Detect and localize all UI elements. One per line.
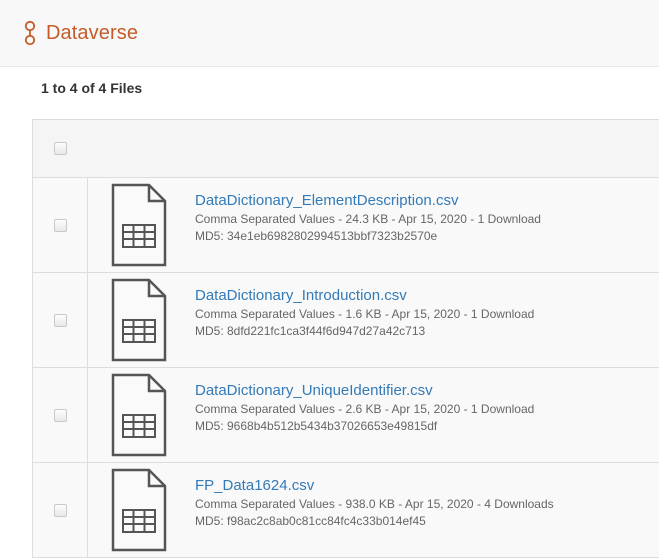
- tabular-file-icon: [111, 183, 167, 267]
- dataverse-logo-icon: [24, 20, 36, 46]
- column-divider: [87, 273, 88, 367]
- row-checkbox[interactable]: [54, 314, 67, 327]
- file-md5: MD5: f98ac2c8ab0c81cc84fc4c33b014ef45: [195, 514, 426, 528]
- table-row: DataDictionary_Introduction.csv Comma Se…: [32, 273, 659, 368]
- table-row: FP_Data1624.csv Comma Separated Values -…: [32, 463, 659, 558]
- file-md5: MD5: 34e1eb6982802994513bbf7323b2570e: [195, 229, 438, 243]
- row-checkbox[interactable]: [54, 219, 67, 232]
- file-info: DataDictionary_ElementDescription.csv Co…: [195, 192, 541, 245]
- file-name-link[interactable]: DataDictionary_ElementDescription.csv: [195, 192, 541, 210]
- file-name-link[interactable]: DataDictionary_UniqueIdentifier.csv: [195, 382, 534, 400]
- table-header: [32, 120, 659, 178]
- select-all-checkbox[interactable]: [54, 142, 67, 155]
- row-checkbox[interactable]: [54, 409, 67, 422]
- navbar: Dataverse: [0, 0, 659, 67]
- file-metadata: Comma Separated Values - 938.0 KB - Apr …: [195, 497, 554, 511]
- row-checkbox[interactable]: [54, 504, 67, 517]
- file-info: DataDictionary_Introduction.csv Comma Se…: [195, 287, 534, 340]
- tabular-file-icon: [111, 373, 167, 457]
- file-md5: MD5: 8dfd221fc1ca3f44f6d947d27a42c713: [195, 324, 426, 338]
- file-metadata: Comma Separated Values - 1.6 KB - Apr 15…: [195, 307, 535, 321]
- file-md5: MD5: 9668b4b512b5434b37026653e49815df: [195, 419, 438, 433]
- tabular-file-icon: [111, 468, 167, 552]
- column-divider: [87, 178, 88, 272]
- file-metadata: Comma Separated Values - 2.6 KB - Apr 15…: [195, 402, 535, 416]
- file-info: FP_Data1624.csv Comma Separated Values -…: [195, 477, 554, 530]
- tabular-file-icon: [111, 278, 167, 362]
- file-info: DataDictionary_UniqueIdentifier.csv Comm…: [195, 382, 534, 435]
- column-divider: [87, 368, 88, 462]
- file-name-link[interactable]: FP_Data1624.csv: [195, 477, 554, 495]
- file-name-link[interactable]: DataDictionary_Introduction.csv: [195, 287, 534, 305]
- brand-link[interactable]: Dataverse: [22, 19, 138, 47]
- files-table: DataDictionary_ElementDescription.csv Co…: [32, 119, 659, 558]
- files-count: 1 to 4 of 4 Files: [41, 80, 143, 96]
- file-metadata: Comma Separated Values - 24.3 KB - Apr 1…: [195, 212, 541, 226]
- brand-name: Dataverse: [46, 21, 139, 44]
- column-divider: [87, 463, 88, 557]
- table-row: DataDictionary_ElementDescription.csv Co…: [32, 178, 659, 273]
- table-row: DataDictionary_UniqueIdentifier.csv Comm…: [32, 368, 659, 463]
